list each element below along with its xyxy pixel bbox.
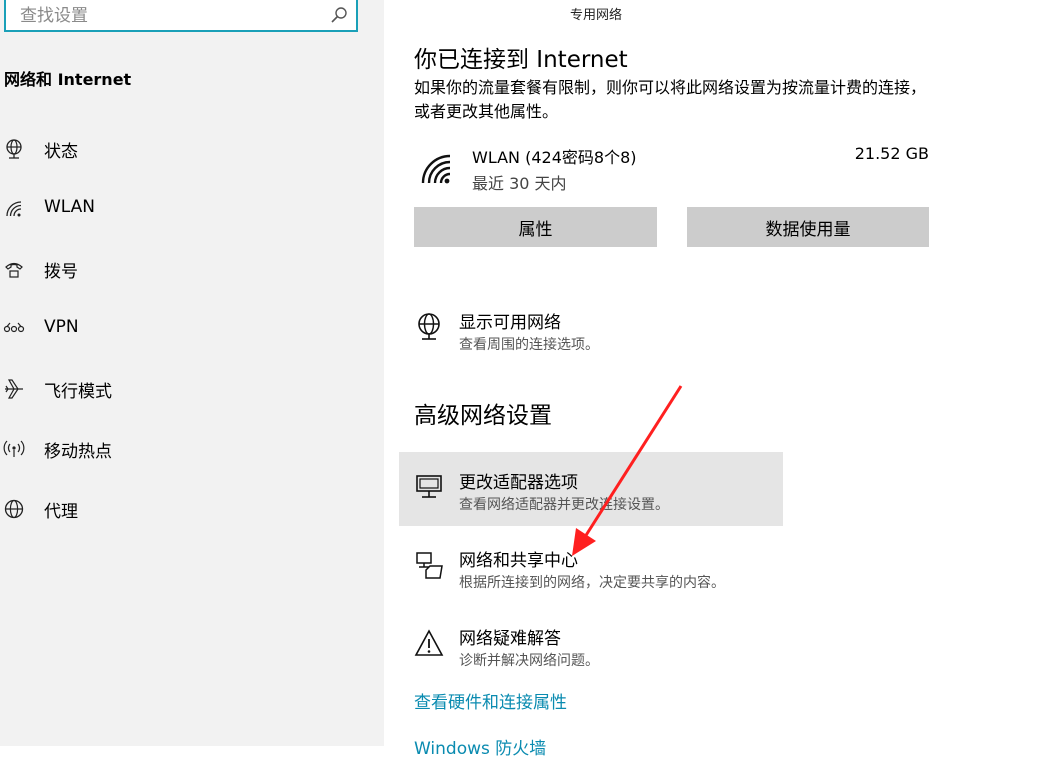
annotation-arrow <box>572 385 683 556</box>
